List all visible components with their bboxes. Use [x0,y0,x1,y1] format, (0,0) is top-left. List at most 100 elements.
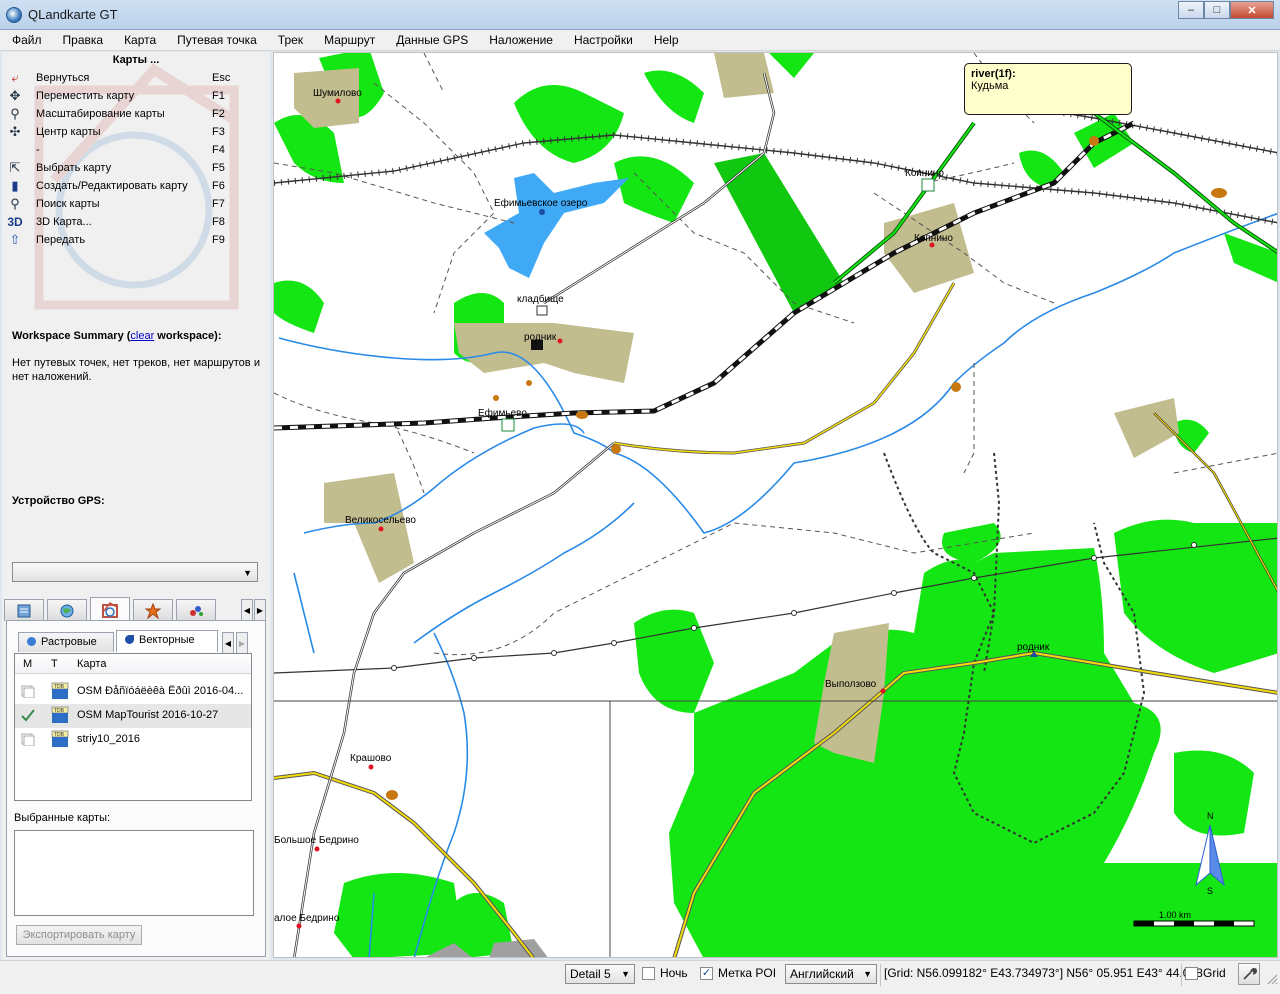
export-map-button[interactable]: Экспортировать карту [16,925,142,945]
label-shumilovo: Шумилово [313,88,362,99]
resize-grip-icon[interactable] [1266,973,1278,985]
map-row[interactable]: TDB OSM MapTourist 2016-10-27 [15,704,251,728]
title-bar: QLandkarte GT – □ ✕ [0,0,1280,30]
label-efimyevo: Ефимьево [478,407,527,419]
label-spring-2: родник [1017,642,1050,653]
tab-raster-maps[interactable]: Растровые [18,632,114,652]
cmd-back[interactable]: ⤶ Вернуться Esc [2,69,242,87]
minimize-button[interactable]: – [1178,1,1204,19]
label-kopnino-station: Копнино [905,168,944,179]
star-tab-icon [145,602,161,619]
cmd-edit-map[interactable]: ▮ Создать/Редактировать карту F6 [2,177,242,195]
map-checked-icon[interactable] [21,709,35,722]
menu-track[interactable]: Трек [266,30,312,50]
back-arrow-icon: ⤶ [11,70,19,85]
map-list-header: M T Карта [15,654,251,674]
cmd-search-map[interactable]: ⚲ Поиск карты F7 [2,195,242,213]
cmd-center-map[interactable]: ✣ Центр карты F3 [2,123,242,141]
night-checkbox[interactable] [642,967,655,980]
map-unchecked-icon[interactable] [21,685,35,698]
cmd-zoom-map[interactable]: ⚲ Масштабирование карты F2 [2,105,242,123]
tab-overlay[interactable] [176,599,216,621]
col-t-header[interactable]: T [51,658,58,670]
menu-settings[interactable]: Настройки [562,30,642,50]
coordinates-readout: [Grid: N56.099182° E43.734973°] N56° 05.… [884,966,1203,980]
cmd-move-map[interactable]: ✥ Переместить карту F1 [2,87,242,105]
menu-file[interactable]: Файл [0,30,51,50]
chevron-down-icon: ▼ [243,568,252,578]
menu-map[interactable]: Карта [112,30,165,50]
tab-maps[interactable] [90,597,130,621]
svg-text:TDB: TDB [54,732,65,738]
clear-workspace-link[interactable]: clear [130,330,154,342]
language-select[interactable]: Английский ▼ [785,964,877,984]
tabs-scroll-right[interactable]: ▶ [254,599,266,621]
poi-label: Метка POI [718,966,777,980]
gps-device-select[interactable]: ▼ [12,562,258,582]
status-separator [1181,964,1182,986]
selected-maps-list[interactable] [14,830,254,916]
svg-text:1.00 km: 1.00 km [1159,910,1191,920]
chevron-down-icon: ▼ [621,969,630,979]
overlay-tab-icon [190,605,203,616]
night-label: Ночь [660,966,688,980]
panel-tabs: ◀ ▶ [4,597,268,621]
search-map-icon: ⚲ [10,196,20,211]
cmd-upload[interactable]: ⇧ Передать F9 [2,231,242,249]
menu-bar: Файл Правка Карта Путевая точка Трек Мар… [0,30,1280,51]
info-text: Кудьма [971,80,1009,92]
tab-vector-maps[interactable]: Векторные [116,630,218,652]
poi-checkbox[interactable]: ✓ [700,967,713,980]
vector-icon [125,635,134,644]
maximize-button[interactable]: □ [1204,1,1230,19]
center-icon: ✣ [9,124,21,139]
svg-text:TDB: TDB [54,708,65,714]
vector-map-list: M T Карта TDB OSM Ðåñïóáëèêà Êðûì 2016-0… [14,653,252,801]
map-canvas[interactable]: Шумилово Ефимьевское озеро кладбище родн… [273,52,1278,958]
menu-help[interactable]: Help [642,30,688,50]
map-row[interactable]: TDB OSM Ðåñïóáëèêà Êðûì 2016-04... [15,680,251,704]
cmd-separator[interactable]: - F4 [2,141,242,159]
move-icon: ✥ [9,88,21,103]
cmd-select-map[interactable]: ⇱ Выбрать карту F5 [2,159,242,177]
map-unchecked-icon[interactable] [21,733,35,746]
tab-waypoints[interactable] [4,599,44,621]
menu-edit[interactable]: Правка [51,30,113,50]
3d-icon: 3D [7,215,23,229]
grid-checkbox[interactable] [1185,967,1198,980]
svg-text:S: S [1207,886,1213,896]
window-controls: – □ ✕ [1178,1,1274,19]
raster-icon [27,637,36,646]
close-button[interactable]: ✕ [1230,1,1274,19]
window-title: QLandkarte GT [28,7,118,22]
map-row[interactable]: TDB striy10_2016 [15,728,251,752]
label-velikoselyevo: Великосельево [345,515,416,526]
feature-info-box: river(1f): Кудьма [964,63,1132,115]
map-drawing[interactable]: Шумилово Ефимьевское озеро кладбище родн… [274,53,1278,958]
status-bar: Detail 5 ▼ Ночь ✓ Метка POI Английский ▼… [0,960,1280,994]
tabs-scroll-left[interactable]: ◀ [241,599,253,621]
select-pointer-icon: ⇱ [9,160,21,175]
menu-overlay[interactable]: Наложение [477,30,562,50]
settings-tool-button[interactable] [1238,963,1260,985]
subtabs-scroll-right[interactable]: ▶ [236,632,248,654]
cmd-3d-map[interactable]: 3D 3D Карта... F8 [2,213,242,231]
col-name-header[interactable]: Карта [77,658,106,670]
status-separator [880,964,881,986]
label-kopnino: Копнино [914,233,953,244]
edit-map-icon: ▮ [11,178,19,193]
col-m-header[interactable]: M [23,658,32,670]
label-maloe-bedrino: алое Бедрино [274,913,340,924]
detail-select[interactable]: Detail 5 ▼ [565,964,635,984]
menu-gps-data[interactable]: Данные GPS [384,30,477,50]
menu-route[interactable]: Маршрут [312,30,384,50]
tab-favorites[interactable] [133,599,173,621]
zoom-icon: ⚲ [10,106,20,121]
waypoints-tab-icon [17,604,31,617]
subtabs-scroll-left[interactable]: ◀ [222,632,234,654]
workspace-summary-title: Workspace Summary (clear workspace): [12,330,222,342]
wrench-icon [1243,968,1257,980]
label-cemetery: кладбище [517,293,564,305]
tab-globe[interactable] [47,599,87,621]
menu-waypoint[interactable]: Путевая точка [165,30,266,50]
